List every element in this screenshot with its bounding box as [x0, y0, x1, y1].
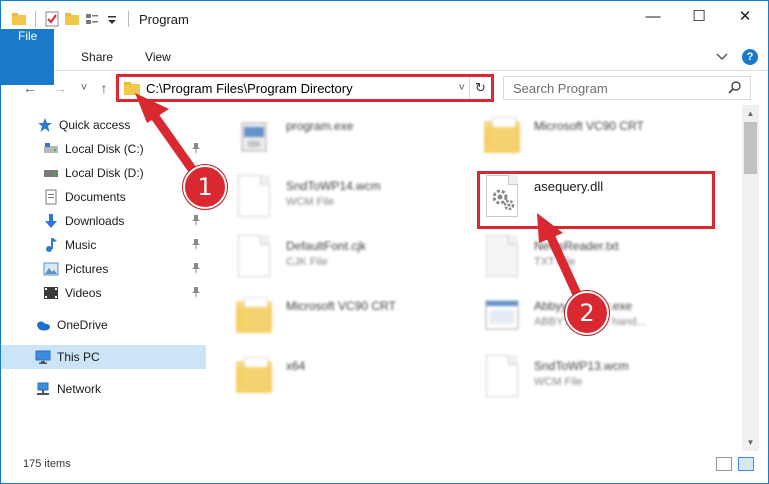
- step-badge-1: 1: [183, 165, 227, 209]
- step-badge-2: 2: [565, 291, 609, 335]
- annotation-arrows: [135, 93, 586, 308]
- explorer-window: Program — ☐ ✕ File Home Share View ? ← →…: [0, 0, 769, 484]
